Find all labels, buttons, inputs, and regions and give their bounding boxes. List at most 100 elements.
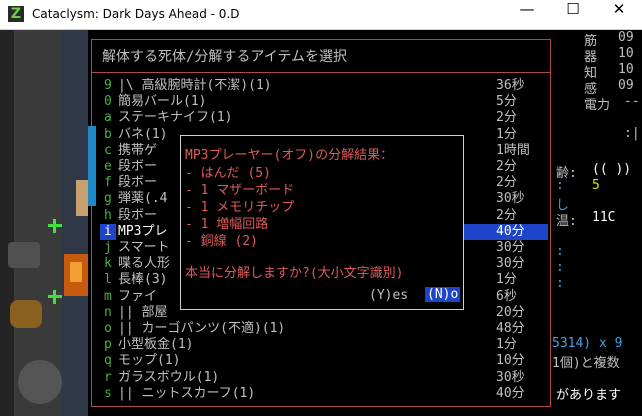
menu-item-key: c (104, 142, 112, 158)
menu-item-name: ファイ (118, 288, 158, 304)
menu-divider (92, 72, 550, 73)
menu-item[interactable]: 9 |\ 高級腕時計(不潔)(1) 36秒 (92, 78, 550, 94)
menu-item-name: スマート (118, 240, 170, 255)
menu-item-time: 40分 (496, 385, 525, 401)
yes-button[interactable]: (Y)es (369, 288, 408, 303)
dialog-result: - 銅線 (2) (185, 234, 258, 249)
menu-item[interactable]: q モップ(1) 10分 (92, 353, 550, 369)
menu-item-name: モップ(1) (118, 353, 181, 369)
menu-item-time: 40分 (496, 223, 525, 239)
colon-value: 5 (592, 178, 600, 193)
menu-item-time: 1時間 (496, 142, 530, 158)
menu-item[interactable]: a ステーキナイフ(1) 2分 (92, 110, 550, 126)
menu-item-time: 1分 (496, 126, 517, 142)
menu-item-time: 30分 (496, 256, 525, 272)
menu-item-time: 36秒 (496, 78, 525, 93)
menu-item-time: 2分 (496, 175, 517, 191)
stat-str-value: 09 (618, 30, 634, 45)
menu-item-key: r (104, 369, 112, 385)
menu-item-time: 1分 (496, 337, 517, 353)
backpack-item-icon (10, 300, 42, 328)
map-tiles-column (62, 30, 88, 416)
temp-value: 11C (592, 210, 616, 225)
game-viewport: 筋 09 器 10 知 10 感 09 電力 -- :| 齢: (( )) : … (0, 30, 642, 416)
menu-item-time: 6秒 (496, 288, 517, 304)
stat-dex-value: 10 (618, 46, 634, 61)
scrollbar-thumb[interactable] (88, 126, 96, 206)
sidebar-colon: : (556, 276, 564, 291)
menu-item-key: a (104, 110, 112, 126)
menu-item-name: 段ボー (118, 207, 158, 223)
rock-item-icon (18, 360, 62, 404)
menu-item-key: 9 (104, 78, 112, 93)
menu-item-name: MP3プレ (118, 223, 168, 239)
menu-item-time: 2分 (496, 110, 517, 126)
menu-item-name: ステーキナイフ(1) (118, 110, 233, 126)
menu-item-name: |\ 高級腕時計(不潔)(1) (118, 78, 272, 93)
menu-item-name: 弾薬(.4 (118, 191, 168, 207)
menu-item[interactable]: o || カーゴパンツ(不適)(1) 48分 (92, 321, 550, 337)
stat-int-value: 10 (618, 62, 634, 77)
menu-item-key: k (104, 256, 112, 272)
menu-item-key: j (104, 240, 112, 255)
sidebar-colon: :| (624, 126, 640, 141)
menu-item-name: バネ(1) (118, 126, 168, 142)
menu-item-name: 長棒(3) (118, 272, 168, 288)
window-title: Cataclysm: Dark Days Ahead - 0.D (32, 7, 240, 21)
menu-item-key: g (104, 191, 112, 207)
window-titlebar: Z Cataclysm: Dark Days Ahead - 0.D — ☐ ✕ (0, 0, 642, 30)
machine-item-icon (8, 242, 40, 268)
menu-item-time: 30秒 (496, 191, 525, 207)
menu-item-name: 携帯ゲ (118, 142, 158, 158)
menu-item[interactable]: p 小型板金(1) 1分 (92, 337, 550, 353)
sidebar-colon: : (556, 244, 564, 259)
menu-item-name: ガラスボウル(1) (118, 369, 220, 385)
menu-item-key: 0 (104, 94, 112, 110)
menu-item-time: 30秒 (496, 369, 525, 385)
menu-item-time: 5分 (496, 94, 517, 110)
menu-item-key: l (104, 272, 112, 288)
app-logo-icon: Z (8, 6, 24, 22)
no-button[interactable]: (N)o (425, 287, 461, 302)
message-line-3: があります (556, 388, 622, 403)
menu-item-name: 小型板金(1) (118, 337, 194, 353)
power-label: 電力 (584, 98, 611, 113)
close-button[interactable]: ✕ (596, 0, 642, 30)
menu-item-key: e (104, 159, 112, 174)
menu-item-key: s (104, 385, 112, 401)
minimize-button[interactable]: — (504, 0, 550, 30)
menu-item-name: 喋る人形 (118, 256, 171, 272)
menu-item[interactable]: s || ニットスカーフ(1) 40分 (92, 386, 550, 402)
age-value: (( )) (592, 162, 632, 177)
menu-item-key: b (104, 126, 112, 142)
maximize-button[interactable]: ☐ (550, 0, 596, 30)
message-line-2: 1個)と複数 (552, 356, 620, 371)
menu-item-name: || 部屋 (118, 304, 168, 320)
menu-item[interactable]: 0 簡易バール(1) 5分 (92, 94, 550, 110)
menu-item[interactable]: r ガラスボウル(1) 30秒 (92, 370, 550, 386)
power-value: -- (624, 94, 640, 109)
menu-item-time: 20分 (496, 304, 525, 320)
menu-item-key: h (104, 207, 112, 223)
menu-item-key: q (104, 353, 112, 369)
menu-item-name: 段ボー (118, 175, 158, 191)
menu-item-time: 30分 (496, 240, 525, 255)
menu-item-key: f (104, 175, 112, 191)
menu-item-key: m (104, 288, 112, 304)
menu-item-time: 2分 (496, 207, 517, 223)
dialog-title: MP3プレーヤー(オフ)の分解結果： (185, 148, 394, 163)
map-wall (0, 30, 14, 416)
menu-item-key: n (104, 304, 112, 320)
menu-item-key: p (104, 337, 112, 353)
dialog-question: 本当に分解しますか?(大小文字識別) (185, 266, 404, 281)
plus-marker-v (53, 290, 56, 304)
plus-marker-v (53, 219, 56, 233)
menu-item-time: 48分 (496, 321, 525, 336)
disassemble-confirm-dialog: MP3プレーヤー(オフ)の分解結果： - はんだ (5) - 1 マザーボード … (180, 135, 464, 310)
menu-item-name: || ニットスカーフ(1) (118, 385, 256, 401)
menu-item-name: || カーゴパンツ(不適)(1) (118, 321, 286, 336)
message-line-1: 5314) x 9 (552, 336, 623, 351)
menu-item-key: i (104, 223, 112, 239)
menu-item-key: o (104, 321, 112, 336)
menu-item-name: 段ボー (118, 159, 158, 174)
